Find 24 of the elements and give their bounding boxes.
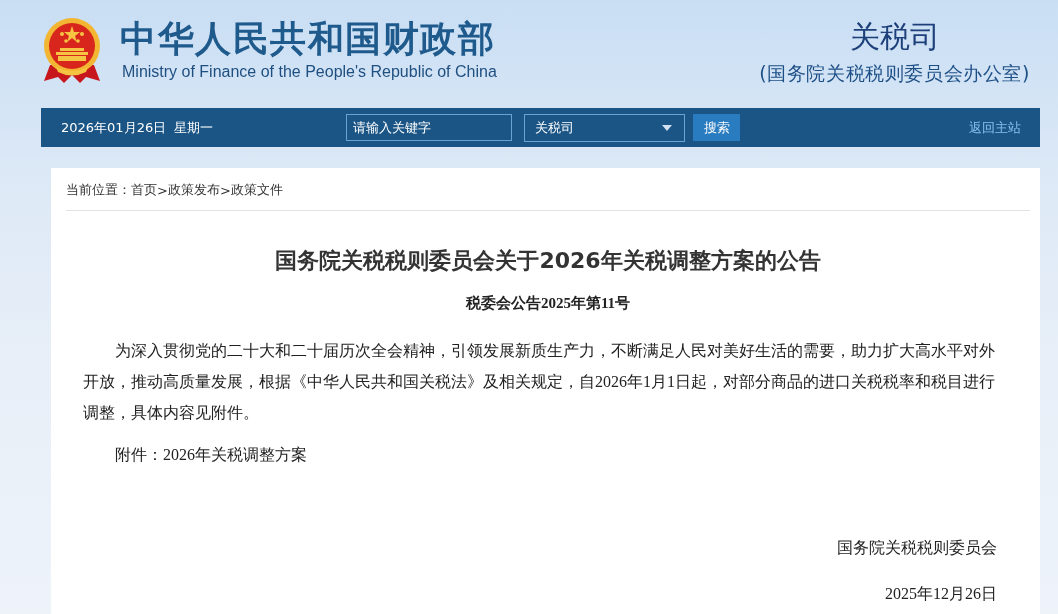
department-title: 关税司	[849, 19, 940, 55]
date-text: 2026年01月26日	[61, 118, 167, 137]
department-note: (国务院关税税则委员会办公室)	[759, 61, 1030, 85]
site-title: 中华人民共和国财政部	[120, 19, 496, 59]
document-number: 税委会公告2025年第11号	[464, 294, 632, 313]
breadcrumb-link[interactable]: 政策发布	[167, 181, 220, 199]
emblem-logo	[42, 17, 102, 83]
breadcrumb-link[interactable]: 政策文件	[230, 181, 283, 199]
breadcrumb-separator: >	[157, 182, 168, 198]
search-field[interactable]: 请输入关键字	[346, 114, 512, 141]
search-button[interactable]: 搜索	[693, 114, 740, 141]
breadcrumb-separator: >	[219, 182, 231, 198]
issue-date: 2025年12月26日	[885, 584, 997, 604]
breadcrumb-label: 当前位置：	[66, 181, 131, 199]
breadcrumb-link[interactable]: 首页	[131, 181, 157, 199]
caret-icon	[662, 124, 672, 131]
weekday-text: 星期一	[174, 118, 214, 137]
attachment-line: 附件：2026年关税调整方案	[115, 445, 308, 465]
signature-text: 国务院关税税则委员会	[837, 538, 997, 558]
site-subtitle: Ministry of Finance of the People's Republic of China	[122, 63, 497, 81]
home-link[interactable]: 返回主站	[969, 118, 1021, 137]
scope-select[interactable]: 关税司	[524, 113, 685, 142]
article-title: 国务院关税税则委员会关于2026年关税调整方案的公告	[274, 247, 822, 275]
body-paragraph: 为深入贯彻党的二十大和二十届历次全会精神，引领发展新质生产力，不断满足人民对美好生活的需要，助力扩大高水平对外开放，推动高质量发展，根据《中华人民共和国关税法》及相关规定，自2026年1月1日起，对部分商品的进口关税税率和税目进行调整，具体内容见附件。	[83, 341, 996, 423]
